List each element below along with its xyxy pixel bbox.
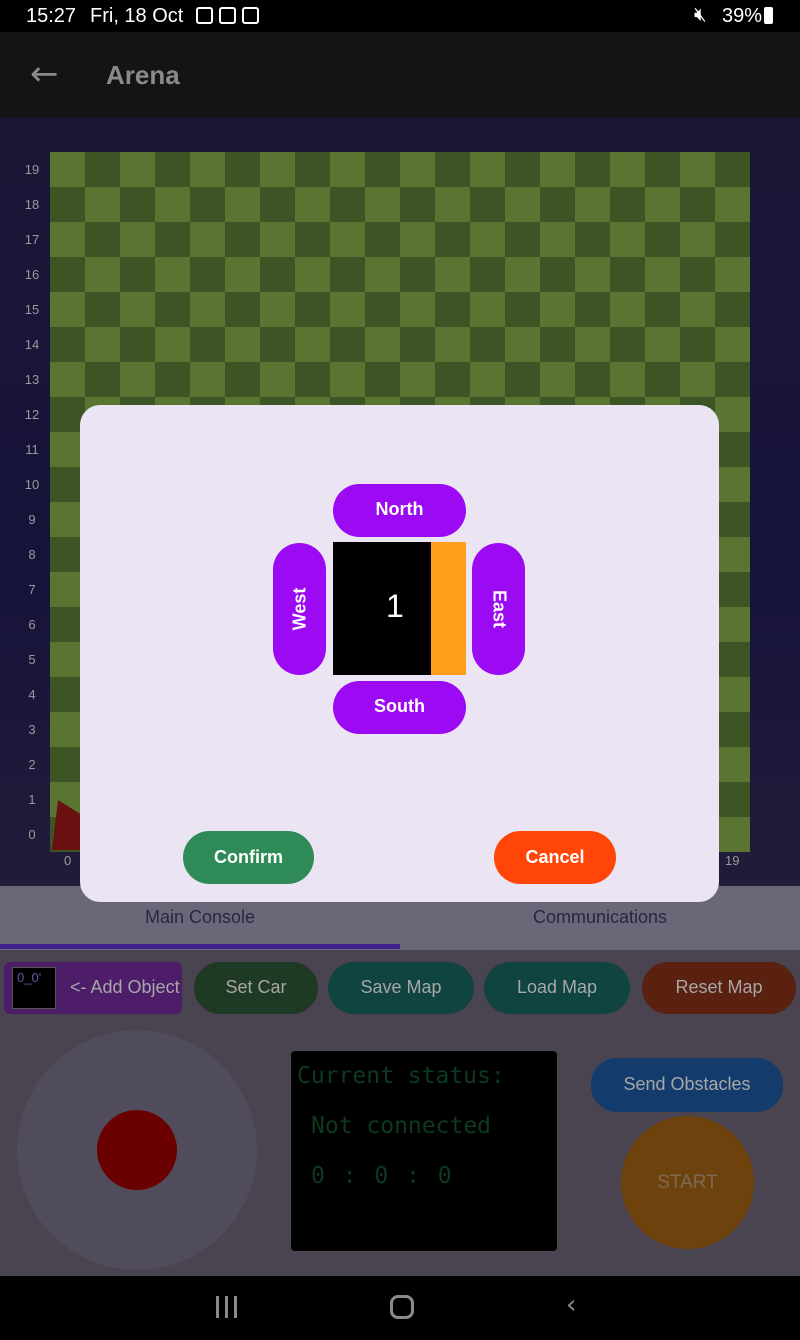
north-button[interactable]: North (333, 484, 466, 537)
south-button[interactable]: South (333, 681, 466, 734)
x-label-end: 19 (725, 853, 740, 868)
y-label: 12 (24, 407, 40, 422)
obstacle-preview: 1 (333, 542, 466, 675)
obstacle-direction-dialog: North West 1 East South Confirm Cancel (80, 405, 719, 902)
timer: 0 : 0 : 0 (311, 1163, 454, 1189)
reset-map-button[interactable]: Reset Map (642, 962, 796, 1014)
battery-icon (764, 7, 773, 24)
back-icon[interactable]: ‹ (566, 1290, 576, 1320)
recents-icon[interactable] (214, 1296, 240, 1318)
y-label: 4 (28, 687, 36, 702)
joystick-knob[interactable] (97, 1110, 177, 1190)
mute-icon: 🔇︎ (694, 4, 707, 26)
arrow-left-icon[interactable]: ← (30, 54, 59, 94)
status-panel: Current status: Not connected 0 : 0 : 0 (291, 1051, 557, 1251)
camera-icon (219, 7, 236, 24)
battery-percent: 39% (722, 5, 763, 27)
y-label: 19 (24, 162, 40, 177)
tab-indicator (0, 944, 400, 949)
status-bar: 15:27 Fri, 18 Oct 🔇︎ 39% (0, 0, 800, 32)
y-label: 7 (28, 582, 36, 597)
y-label: 17 (24, 232, 40, 247)
y-label: 0 (28, 827, 36, 842)
gallery-icon (196, 7, 213, 24)
x-label-start: 0 (64, 853, 72, 868)
y-label: 9 (28, 512, 36, 527)
status-time: 15:27 (26, 5, 77, 27)
obstacle-thumbnail[interactable]: 0_0' (12, 967, 56, 1009)
y-label: 6 (28, 617, 36, 632)
y-label: 13 (24, 372, 40, 387)
add-object-button[interactable]: 0_0' <- Add Object (4, 962, 182, 1014)
y-label: 5 (28, 652, 36, 667)
obstacle-number: 1 (386, 588, 404, 624)
save-map-button[interactable]: Save Map (328, 962, 474, 1014)
west-button[interactable]: West (273, 543, 326, 675)
app-bar: ← Arena (0, 32, 800, 118)
send-obstacles-button[interactable]: Send Obstacles (591, 1058, 783, 1112)
y-label: 11 (25, 442, 39, 457)
joystick[interactable] (17, 1030, 257, 1270)
load-map-button[interactable]: Load Map (484, 962, 630, 1014)
y-label: 18 (24, 197, 40, 212)
y-label: 10 (24, 477, 40, 492)
y-label: 8 (28, 547, 36, 562)
west-label: West (289, 587, 309, 631)
y-label: 15 (24, 302, 40, 317)
east-label: East (489, 589, 509, 629)
y-label: 2 (28, 757, 36, 772)
page-title: Arena (106, 60, 180, 90)
notification-icons (196, 7, 259, 24)
east-button[interactable]: East (472, 543, 525, 675)
navigation-bar: ‹ (0, 1276, 800, 1340)
y-label: 16 (24, 267, 40, 282)
obstacle-face-east (431, 542, 466, 675)
status-date: Fri, 18 Oct (90, 5, 184, 27)
confirm-button[interactable]: Confirm (183, 831, 314, 884)
cancel-button[interactable]: Cancel (494, 831, 616, 884)
play-store-icon (242, 7, 259, 24)
start-button[interactable]: START (621, 1116, 754, 1249)
y-label: 1 (28, 792, 36, 807)
add-object-label: <- Add Object (70, 977, 180, 997)
connection-status: Not connected (311, 1113, 492, 1139)
home-icon[interactable] (390, 1295, 414, 1319)
y-label: 3 (28, 722, 36, 737)
set-car-button[interactable]: Set Car (194, 962, 318, 1014)
y-label: 14 (24, 337, 40, 352)
status-heading: Current status: (297, 1063, 505, 1089)
